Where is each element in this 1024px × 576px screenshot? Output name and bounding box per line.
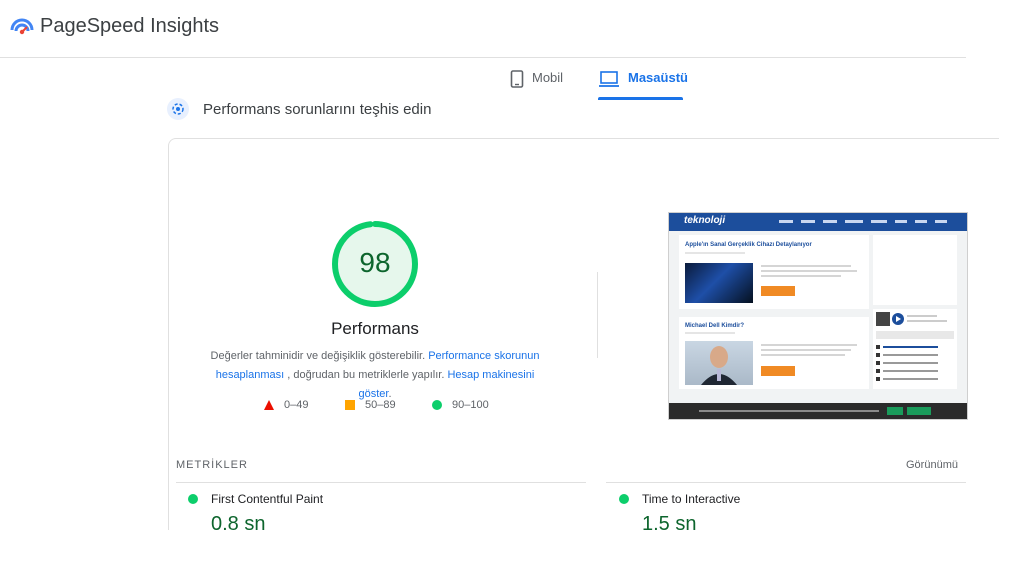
screenshot-article-1-title: Apple'ın Sanal Gerçeklik Cihazı Detaylan… <box>685 242 812 248</box>
header-divider <box>0 57 966 58</box>
crop-edge <box>0 530 1024 576</box>
laptop-icon <box>598 70 620 91</box>
screenshot-cookie-banner <box>669 403 967 419</box>
screenshot-logo: teknoloji <box>684 215 726 226</box>
circle-icon <box>432 400 442 410</box>
description-text-1: Değerler tahminidir ve değişiklik göster… <box>210 350 429 362</box>
legend-item-pass: 90–100 <box>432 399 489 411</box>
metrics-divider-right <box>606 482 966 483</box>
active-tab-indicator <box>598 97 683 100</box>
screenshot-article-1-image <box>685 263 753 303</box>
legend-range-pass: 90–100 <box>452 399 489 411</box>
metric-status-circle-icon <box>188 494 198 504</box>
performance-score: 98 <box>359 247 391 278</box>
pagespeed-logo-icon[interactable] <box>10 16 34 40</box>
legend-item-fail: 0–49 <box>264 399 308 411</box>
diagnostic-icon <box>167 98 189 120</box>
screenshot-read-more-button-2 <box>761 366 795 376</box>
tab-mobile-label: Mobil <box>532 70 564 85</box>
score-description: Değerler tahminidir ve değişiklik göster… <box>200 347 550 404</box>
phone-icon <box>510 70 524 91</box>
tab-desktop[interactable]: Masaüstü <box>598 70 688 100</box>
screenshot-article-2: Michael Dell Kimdir? <box>679 317 869 389</box>
card-divider <box>597 272 598 358</box>
metrics-header: METRİKLER <box>176 459 248 471</box>
view-toggle[interactable]: Görünümü <box>906 459 958 471</box>
legend-range-fail: 0–49 <box>284 399 309 411</box>
section-title: Performans sorunlarını teşhis edin <box>203 101 432 118</box>
performance-label: Performans <box>331 319 419 338</box>
app-title: PageSpeed Insights <box>40 15 220 37</box>
tab-desktop-label: Masaüstü <box>628 70 688 85</box>
square-icon <box>345 400 355 410</box>
screenshot-article-2-image <box>685 341 753 385</box>
screenshot-sidebar-ad <box>873 235 957 305</box>
description-text-2: , doğrudan bu metriklerle yapılır. <box>284 369 448 381</box>
metric-name-fcp: First Contentful Paint <box>211 492 324 506</box>
screenshot-read-more-button <box>761 286 795 296</box>
screenshot-navbar: teknoloji <box>669 213 967 231</box>
triangle-icon <box>264 400 274 410</box>
legend-item-average: 50–89 <box>345 399 396 411</box>
page-screenshot: teknoloji Apple'ın Sanal Gerçeklik Cihaz… <box>668 212 968 420</box>
screenshot-article-2-title: Michael Dell Kimdir? <box>685 323 745 329</box>
metric-status-circle-icon <box>619 494 629 504</box>
screenshot-nav-links <box>779 220 947 223</box>
metric-name-tti: Time to Interactive <box>642 492 741 506</box>
legend-range-average: 50–89 <box>365 399 396 411</box>
screenshot-article-1: Apple'ın Sanal Gerçeklik Cihazı Detaylan… <box>679 235 869 309</box>
screenshot-podcast-widget <box>873 309 957 389</box>
metrics-divider-left <box>176 482 586 483</box>
tab-mobile[interactable]: Mobil <box>510 70 563 100</box>
